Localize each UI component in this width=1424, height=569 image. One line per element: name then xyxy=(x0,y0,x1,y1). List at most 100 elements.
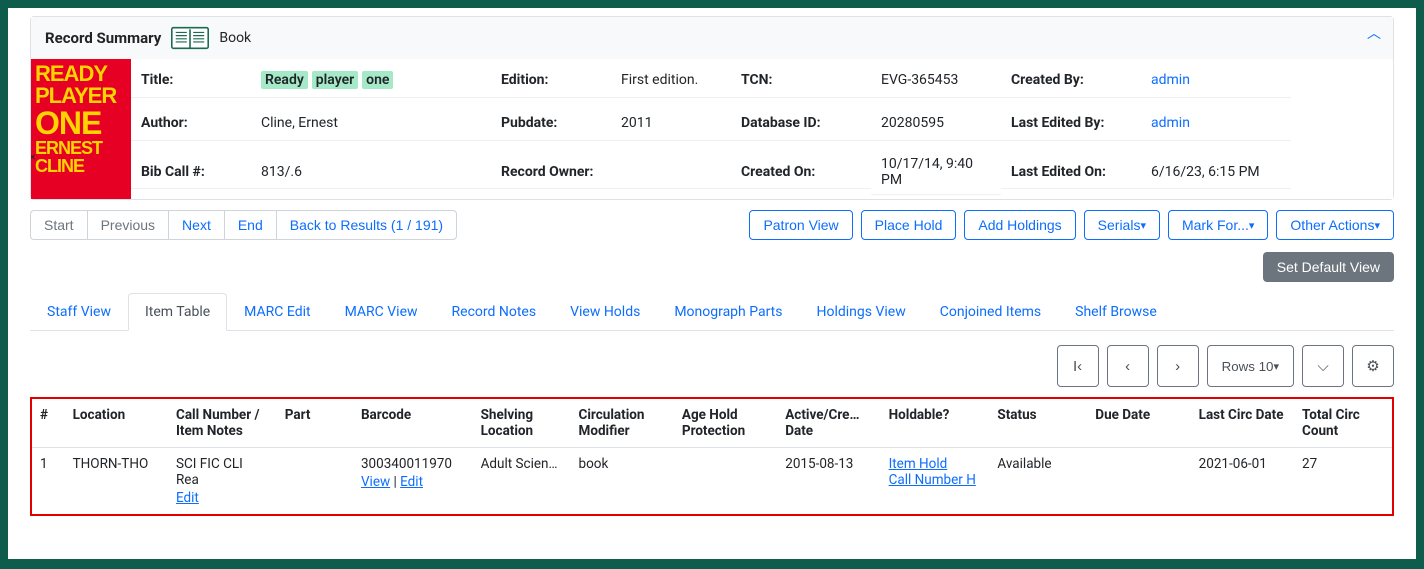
call-number-edit-link[interactable]: Edit xyxy=(176,490,199,506)
barcode-view-link[interactable]: View xyxy=(361,474,390,490)
label-record-owner: Record Owner: xyxy=(491,155,611,189)
cell-total-circ: 27 xyxy=(1294,448,1392,515)
cell-status: Available xyxy=(989,448,1087,515)
item-table: # Location Call Number / Item Notes Part… xyxy=(32,399,1392,514)
label-tcn: TCN: xyxy=(731,64,871,98)
tab-marc-view[interactable]: MARC View xyxy=(328,293,435,331)
tab-staff-view[interactable]: Staff View xyxy=(30,293,128,331)
cell-location: THORN-THO xyxy=(65,448,168,515)
col-active-date[interactable]: Active/Cre… Date xyxy=(777,399,880,448)
gear-icon: ⚙ xyxy=(1366,357,1379,375)
end-button[interactable]: End xyxy=(224,210,276,240)
col-call-number[interactable]: Call Number / Item Notes xyxy=(168,399,277,448)
col-age-hold[interactable]: Age Hold Protection xyxy=(674,399,777,448)
record-type: Book xyxy=(219,30,251,46)
col-num[interactable]: # xyxy=(32,399,65,448)
value-db-id: 20280595 xyxy=(871,107,1001,141)
meta-grid: Title: Ready player one Edition: First e… xyxy=(131,59,1393,199)
place-hold-button[interactable]: Place Hold xyxy=(861,210,957,240)
chevron-down-icon: ⌵ xyxy=(1317,358,1328,375)
tab-record-notes[interactable]: Record Notes xyxy=(435,293,554,331)
cell-due-date xyxy=(1087,448,1190,515)
col-shelving[interactable]: Shelving Location xyxy=(473,399,571,448)
expand-rows-button[interactable]: ⌵ xyxy=(1302,345,1344,387)
cell-active-date: 2015-08-13 xyxy=(777,448,880,515)
label-pubdate: Pubdate: xyxy=(491,107,611,141)
label-last-edited-by: Last Edited By: xyxy=(1001,107,1141,141)
value-author: Cline, Ernest xyxy=(251,107,491,141)
page-next-button[interactable]: › xyxy=(1157,345,1199,387)
add-holdings-button[interactable]: Add Holdings xyxy=(964,210,1075,240)
tab-item-table[interactable]: Item Table xyxy=(128,293,227,331)
cell-barcode: 300340011970 View | Edit xyxy=(353,448,473,515)
rows-per-page-dropdown[interactable]: Rows 10 xyxy=(1207,345,1294,387)
barcode-edit-link[interactable]: Edit xyxy=(400,474,423,490)
cell-age-hold xyxy=(674,448,777,515)
cell-last-circ: 2021-06-01 xyxy=(1191,448,1294,515)
label-created-by: Created By: xyxy=(1001,64,1141,98)
label-db-id: Database ID: xyxy=(731,107,871,141)
call-number-hold-link[interactable]: Call Number H xyxy=(889,472,976,488)
item-hold-link[interactable]: Item Hold xyxy=(889,456,948,472)
barcode-text: 300340011970 xyxy=(361,456,452,472)
barcode-sep: | xyxy=(390,474,400,490)
value-created-by[interactable]: admin xyxy=(1151,72,1190,88)
tab-monograph-parts[interactable]: Monograph Parts xyxy=(657,293,799,331)
value-record-owner xyxy=(611,155,731,189)
title-word-3: one xyxy=(362,71,393,89)
patron-view-button[interactable]: Patron View xyxy=(749,210,852,240)
col-barcode[interactable]: Barcode xyxy=(353,399,473,448)
tab-conjoined-items[interactable]: Conjoined Items xyxy=(923,293,1058,331)
cell-num: 1 xyxy=(32,448,65,515)
tab-marc-edit[interactable]: MARC Edit xyxy=(227,293,327,331)
page-first-button[interactable]: I‹ xyxy=(1057,345,1099,387)
result-nav-group: Start Previous Next End Back to Results … xyxy=(30,210,457,240)
label-bib-call: Bib Call #: xyxy=(131,155,251,189)
col-total-circ[interactable]: Total Circ Count xyxy=(1294,399,1392,448)
label-created-on: Created On: xyxy=(731,155,871,189)
value-pubdate: 2011 xyxy=(611,107,731,141)
record-summary-card: Record Summary Book ︿ READY PLAYER ONE E… xyxy=(30,16,1394,200)
cover-line-5: CLINE xyxy=(35,157,127,175)
col-status[interactable]: Status xyxy=(989,399,1087,448)
value-last-edited-by[interactable]: admin xyxy=(1151,115,1190,131)
label-author: Author: xyxy=(131,107,251,141)
set-default-view-button[interactable]: Set Default View xyxy=(1263,252,1394,282)
title-word-1: Ready xyxy=(261,71,308,89)
book-icon xyxy=(171,25,209,51)
call-number-text: SCI FIC CLI Rea xyxy=(176,456,243,488)
table-settings-button[interactable]: ⚙ xyxy=(1352,345,1394,387)
record-summary-heading: Record Summary xyxy=(45,29,161,47)
table-row[interactable]: 1 THORN-THO SCI FIC CLI Rea Edit 3003400… xyxy=(32,448,1392,515)
other-actions-dropdown[interactable]: Other Actions xyxy=(1276,210,1394,240)
value-tcn: EVG-365453 xyxy=(871,64,1001,98)
col-location[interactable]: Location xyxy=(65,399,168,448)
tab-view-holds[interactable]: View Holds xyxy=(553,293,657,331)
value-title: Ready player one xyxy=(251,64,491,98)
value-edition: First edition. xyxy=(611,64,731,98)
record-tabs: Staff View Item Table MARC Edit MARC Vie… xyxy=(30,292,1394,331)
value-bib-call: 813/.6 xyxy=(251,155,491,189)
col-holdable[interactable]: Holdable? xyxy=(881,399,990,448)
col-due-date[interactable]: Due Date xyxy=(1087,399,1190,448)
next-button[interactable]: Next xyxy=(168,210,224,240)
tab-holdings-view[interactable]: Holdings View xyxy=(800,293,923,331)
label-last-edited-on: Last Edited On: xyxy=(1001,155,1141,189)
collapse-summary-icon[interactable]: ︿ xyxy=(1367,23,1381,43)
cell-circ-mod: book xyxy=(571,448,674,515)
page-prev-button[interactable]: ‹ xyxy=(1107,345,1149,387)
back-to-results-button[interactable]: Back to Results (1 / 191) xyxy=(276,210,457,240)
page-first-icon: I‹ xyxy=(1073,358,1082,375)
serials-dropdown[interactable]: Serials xyxy=(1084,210,1160,240)
cell-holdable: Item Hold Call Number H xyxy=(881,448,990,515)
cover-line-3: ONE xyxy=(35,107,127,139)
previous-button[interactable]: Previous xyxy=(87,210,168,240)
cell-call-number: SCI FIC CLI Rea Edit xyxy=(168,448,277,515)
chevron-right-icon: › xyxy=(1175,358,1180,375)
tab-shelf-browse[interactable]: Shelf Browse xyxy=(1058,293,1174,331)
col-last-circ[interactable]: Last Circ Date xyxy=(1191,399,1294,448)
col-part[interactable]: Part xyxy=(277,399,353,448)
mark-for-dropdown[interactable]: Mark For... xyxy=(1168,210,1268,240)
start-button[interactable]: Start xyxy=(30,210,87,240)
col-circ-mod[interactable]: Circulation Modifier xyxy=(571,399,674,448)
